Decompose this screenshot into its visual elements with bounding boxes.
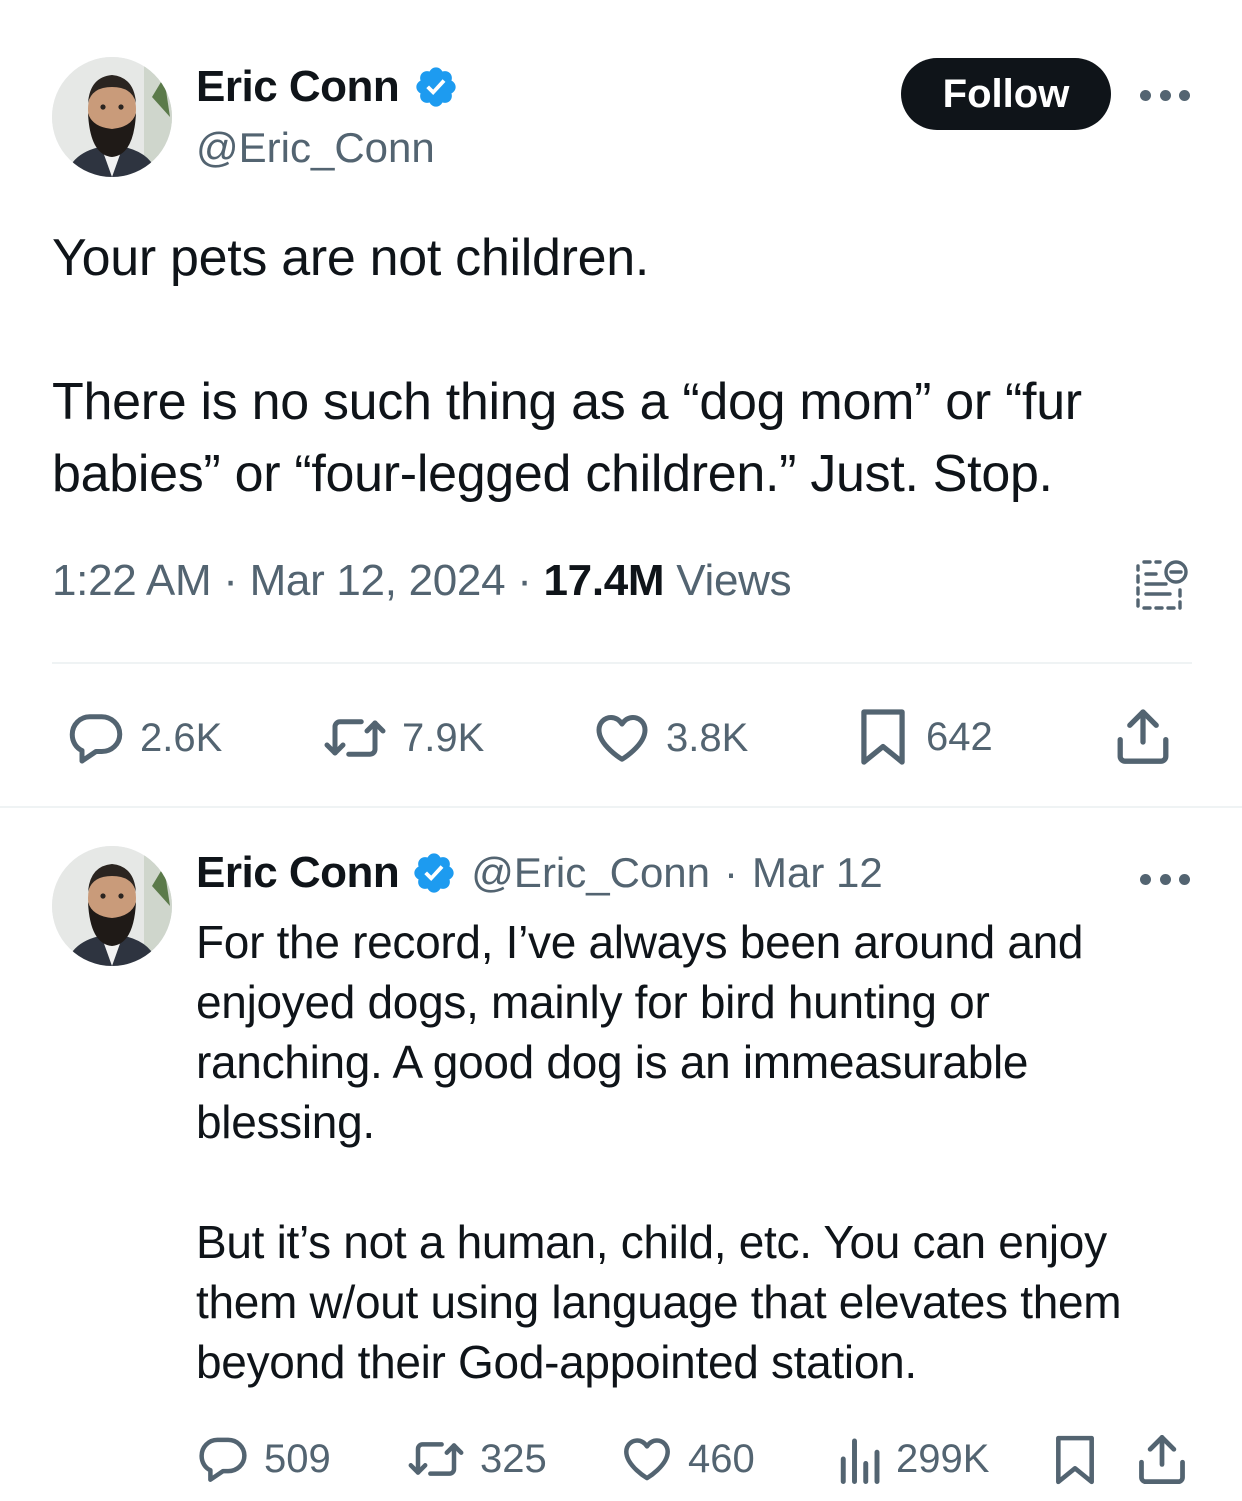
bookmark-icon: [1056, 1435, 1094, 1485]
tweet-text: Your pets are not children. There is no …: [52, 222, 1192, 510]
reply-date[interactable]: Mar 12: [752, 849, 883, 897]
repost-icon: [324, 719, 386, 757]
follow-button[interactable]: Follow: [901, 58, 1111, 130]
reply-bookmark-button[interactable]: [1050, 1432, 1100, 1488]
meta-separator: ·: [724, 849, 739, 896]
reply-icon: [69, 714, 123, 764]
like-icon: [596, 715, 648, 762]
views-count: 17.4M: [543, 556, 665, 605]
meta-separator: ·: [517, 556, 532, 605]
tweet-date[interactable]: Mar 12, 2024: [250, 556, 506, 605]
reply-views-button[interactable]: 299K: [836, 1432, 989, 1486]
analytics-icon[interactable]: [1132, 556, 1190, 614]
reply-text: For the record, I’ve always been around …: [196, 912, 1186, 1392]
reply-count: 2.6K: [140, 715, 223, 760]
reply-paragraph: For the record, I’ve always been around …: [196, 916, 1084, 1148]
reply-button[interactable]: 2.6K: [66, 708, 222, 768]
share-icon: [1139, 1435, 1185, 1485]
tweet-time[interactable]: 1:22 AM: [52, 556, 212, 605]
reply-reply-count: 509: [264, 1436, 331, 1481]
reply-reply-button[interactable]: 509: [196, 1432, 331, 1486]
tweet-paragraph: Your pets are not children.: [52, 229, 650, 287]
reply-views-count: 299K: [896, 1436, 990, 1481]
avatar-image: [52, 846, 172, 966]
meta-separator: ·: [223, 556, 238, 605]
thread-divider: [0, 806, 1242, 808]
repost-button[interactable]: 7.9K: [322, 708, 484, 768]
tweet-paragraph: There is no such thing as a “dog mom” or…: [52, 373, 1082, 503]
more-icon[interactable]: [1140, 88, 1190, 102]
repost-count: 7.9K: [402, 715, 485, 760]
author-name[interactable]: Eric Conn: [196, 62, 400, 112]
verified-badge-icon: [414, 853, 454, 893]
author-handle[interactable]: @Eric_Conn: [196, 124, 435, 172]
author-avatar[interactable]: [52, 57, 172, 177]
divider: [52, 662, 1192, 664]
reply-author-handle[interactable]: @Eric_Conn: [471, 849, 710, 897]
reply-paragraph: But it’s not a human, child, etc. You ca…: [196, 1216, 1122, 1388]
reply-header: Eric Conn @Eric_Conn · Mar 12: [196, 848, 883, 898]
reply-like-count: 460: [688, 1436, 755, 1481]
reply-like-button[interactable]: 460: [620, 1432, 755, 1486]
avatar-image: [52, 57, 172, 177]
repost-icon: [408, 1442, 464, 1476]
views-icon: [840, 1438, 880, 1484]
bookmark-icon: [861, 709, 905, 765]
tweet-meta: 1:22 AM · Mar 12, 2024 · 17.4M Views: [52, 556, 792, 606]
like-icon: [624, 1438, 670, 1481]
share-icon: [1117, 709, 1169, 764]
share-button[interactable]: [1114, 706, 1172, 766]
bookmark-count: 642: [926, 714, 993, 759]
like-button[interactable]: 3.8K: [592, 708, 748, 768]
reply-author-avatar[interactable]: [52, 846, 172, 966]
bookmark-button[interactable]: 642: [854, 706, 993, 768]
views-label: Views: [676, 556, 792, 605]
reply-repost-count: 325: [480, 1436, 547, 1481]
reply-share-button[interactable]: [1136, 1432, 1188, 1486]
like-count: 3.8K: [666, 715, 749, 760]
reply-repost-button[interactable]: 325: [406, 1432, 547, 1486]
verified-badge-icon: [416, 67, 456, 107]
reply-icon: [199, 1437, 247, 1482]
reply-more-icon[interactable]: [1140, 872, 1190, 886]
reply-author-name[interactable]: Eric Conn: [196, 848, 400, 898]
